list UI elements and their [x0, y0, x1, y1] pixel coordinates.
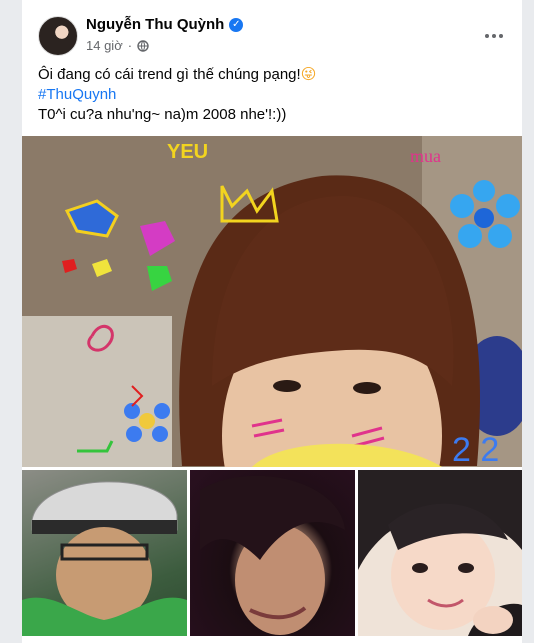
winking-face-emoji: 😜	[300, 65, 317, 83]
post-meta: 14 giờ ·	[86, 38, 149, 53]
thumbnail-fringe-photo[interactable]	[190, 470, 355, 636]
post-text: Ôi đang có cái trend gì thế chúng pạng!😜…	[38, 64, 506, 125]
fringe-photo-illustration	[200, 475, 345, 635]
author-name[interactable]: Nguyễn Thu Quỳnh	[86, 16, 224, 33]
post-timestamp[interactable]: 14 giờ	[86, 38, 123, 53]
doodle-22-text: 2 2	[452, 431, 499, 467]
doodle-mua-text: mua	[410, 146, 441, 166]
post-text-line-3: T0^i cu?a nhu'ng~ na)m 2008 nhe'!:))	[38, 106, 287, 123]
more-options-button[interactable]	[476, 18, 512, 54]
thumbnail-helmet-photo[interactable]	[22, 470, 187, 636]
author-name-row: Nguyễn Thu Quỳnh ✓	[86, 16, 244, 33]
main-photo-illustration: YEU mua 2 2	[22, 136, 522, 467]
verified-badge-icon: ✓	[229, 17, 244, 32]
doodle-yeu-text: YEU	[167, 141, 208, 163]
smiling-photo-illustration	[358, 470, 522, 636]
thumbnail-smiling-photo[interactable]	[358, 470, 522, 636]
helmet-photo-illustration	[22, 481, 187, 636]
author-avatar[interactable]	[38, 16, 78, 56]
facebook-post-card: Nguyễn Thu Quỳnh ✓ 14 giờ · Ôi đang có c…	[22, 0, 522, 643]
globe-icon[interactable]	[137, 39, 149, 52]
hashtag-link[interactable]: #ThuQuynh	[38, 86, 116, 103]
post-header: Nguyễn Thu Quỳnh ✓ 14 giờ ·	[38, 16, 506, 56]
post-text-line-1: Ôi đang có cái trend gì thế chúng pạng!😜	[38, 65, 317, 83]
main-photo[interactable]: YEU mua 2 2	[22, 136, 522, 467]
more-dots-icon	[485, 34, 503, 38]
